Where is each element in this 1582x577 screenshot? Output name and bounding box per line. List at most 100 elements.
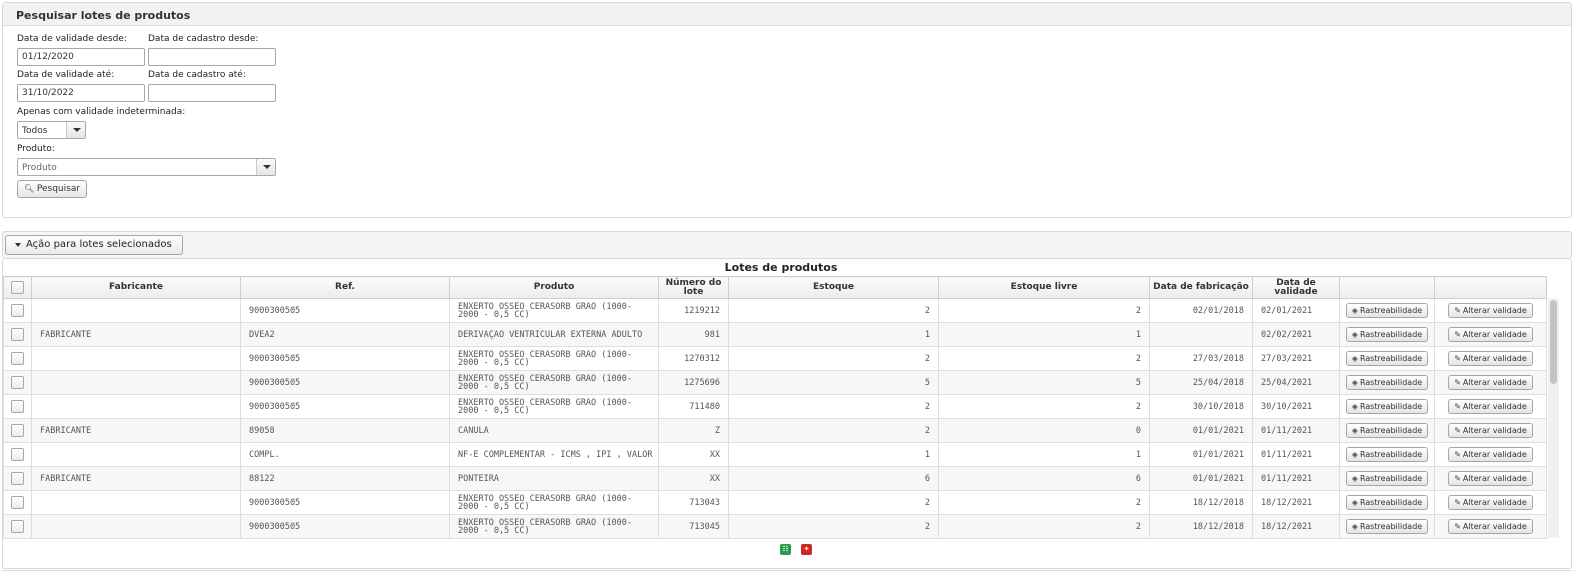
row-checkbox[interactable] xyxy=(11,448,24,461)
row-checkbox[interactable] xyxy=(11,400,24,413)
rastreabilidade-button[interactable]: ◈ Rastreabilidade xyxy=(1345,351,1429,366)
header-produto[interactable]: Produto xyxy=(449,276,659,299)
rastreabilidade-button[interactable]: ◈ Rastreabilidade xyxy=(1345,303,1429,318)
row-select-cell[interactable] xyxy=(3,346,32,371)
row-select-cell[interactable] xyxy=(3,322,32,347)
alterar-validade-button[interactable]: ✎ Alterar validade xyxy=(1448,327,1533,342)
row-checkbox[interactable] xyxy=(11,424,24,437)
cell-numero-lote: 713043 xyxy=(658,490,729,515)
tag-icon: ◈ xyxy=(1351,426,1358,435)
cell-estoque: 1 xyxy=(728,322,939,347)
table-scrollbar[interactable] xyxy=(1548,298,1559,538)
rastreabilidade-button[interactable]: ◈ Rastreabilidade xyxy=(1345,471,1429,486)
cell-fabricante xyxy=(31,490,241,515)
cell-data-validade: 01/11/2021 xyxy=(1252,442,1340,467)
alterar-validade-button[interactable]: ✎ Alterar validade xyxy=(1448,471,1533,486)
table-row[interactable]: FABRICANTE DVEA2 DERIVAÇAO VENTRICULAR EXT… xyxy=(3,322,1547,347)
rastreabilidade-button[interactable]: ◈ Rastreabilidade xyxy=(1345,495,1429,510)
rastreabilidade-button[interactable]: ◈ Rastreabilidade xyxy=(1345,447,1429,462)
row-checkbox[interactable] xyxy=(11,304,24,317)
row-select-cell[interactable] xyxy=(3,442,32,467)
table-row[interactable]: 9000300505 ENXERTO OSSEO CERASORB GRAO (1… xyxy=(3,346,1547,371)
alterar-validade-button[interactable]: ✎ Alterar validade xyxy=(1448,351,1533,366)
table-row[interactable]: 9000300505 ENXERTO OSSEO CERASORB GRAO (1… xyxy=(3,490,1547,515)
cell-fabricante: FABRICANTE xyxy=(31,322,241,347)
table-row[interactable]: 9000300505 ENXERTO OSSEO CERASORB GRAO (1… xyxy=(3,298,1547,323)
row-checkbox[interactable] xyxy=(11,328,24,341)
cell-numero-lote: 713045 xyxy=(658,514,729,539)
cadastro-ate-input[interactable] xyxy=(148,84,276,102)
rastreabilidade-button[interactable]: ◈ Rastreabilidade xyxy=(1345,327,1429,342)
cell-data-fabricacao xyxy=(1149,322,1253,347)
indeterminada-select[interactable]: Todos xyxy=(17,121,86,139)
header-estoque[interactable]: Estoque xyxy=(728,276,939,299)
header-ref[interactable]: Ref. xyxy=(240,276,450,299)
table-scrollbar-thumb[interactable] xyxy=(1550,300,1557,384)
pdf-icon[interactable]: ✦ xyxy=(801,544,812,555)
header-estoque-livre[interactable]: Estoque livre xyxy=(938,276,1150,299)
select-all-header[interactable] xyxy=(3,276,32,299)
produto-dropdown-trigger[interactable] xyxy=(256,159,275,175)
validade-desde-input[interactable]: 01/12/2020 xyxy=(17,48,145,66)
row-select-cell[interactable] xyxy=(3,394,32,419)
rastreabilidade-button[interactable]: ◈ Rastreabilidade xyxy=(1345,519,1429,534)
row-select-cell[interactable] xyxy=(3,490,32,515)
tag-icon: ◈ xyxy=(1351,306,1358,315)
produto-label: Produto: xyxy=(17,144,55,154)
alterar-validade-button[interactable]: ✎ Alterar validade xyxy=(1448,423,1533,438)
rastreabilidade-button[interactable]: ◈ Rastreabilidade xyxy=(1345,375,1429,390)
cell-rastreabilidade: ◈ Rastreabilidade xyxy=(1339,322,1435,347)
cell-data-validade: 02/02/2021 xyxy=(1252,322,1340,347)
pencil-icon: ✎ xyxy=(1454,474,1461,483)
row-select-cell[interactable] xyxy=(3,466,32,491)
rastreabilidade-button[interactable]: ◈ Rastreabilidade xyxy=(1345,423,1429,438)
alterar-validade-button[interactable]: ✎ Alterar validade xyxy=(1448,447,1533,462)
pencil-icon: ✎ xyxy=(1454,354,1461,363)
table-row[interactable]: COMPL. NF-E COMPLEMENTAR - ICMS , IPI , V… xyxy=(3,442,1547,467)
header-numero-lote[interactable]: Número do lote xyxy=(658,276,729,299)
pencil-icon: ✎ xyxy=(1454,498,1461,507)
cell-numero-lote: Z xyxy=(658,418,729,443)
triangle-down-icon xyxy=(15,243,21,247)
alterar-validade-label: Alterar validade xyxy=(1462,378,1527,387)
alterar-validade-button[interactable]: ✎ Alterar validade xyxy=(1448,495,1533,510)
table-row[interactable]: FABRICANTE 89058 CANULA Z 2 0 01/01/2021 01/11/… xyxy=(3,418,1547,443)
excel-icon[interactable]: ☷ xyxy=(780,544,791,555)
validade-ate-input[interactable]: 31/10/2022 xyxy=(17,84,145,102)
row-select-cell[interactable] xyxy=(3,418,32,443)
produto-select[interactable]: Produto xyxy=(17,158,276,176)
row-select-cell[interactable] xyxy=(3,298,32,323)
header-data-validade[interactable]: Data de validade xyxy=(1252,276,1340,299)
cell-rastreabilidade: ◈ Rastreabilidade xyxy=(1339,346,1435,371)
table-row[interactable]: 9000300505 ENXERTO OSSEO CERASORB GRAO (1… xyxy=(3,514,1547,539)
header-fabricante[interactable]: Fabricante xyxy=(31,276,241,299)
rastreabilidade-button[interactable]: ◈ Rastreabilidade xyxy=(1345,399,1429,414)
row-checkbox[interactable] xyxy=(11,376,24,389)
row-checkbox[interactable] xyxy=(11,520,24,533)
indeterminada-dropdown-trigger[interactable] xyxy=(66,122,85,138)
cell-estoque-livre: 1 xyxy=(938,442,1150,467)
row-checkbox[interactable] xyxy=(11,496,24,509)
rastreabilidade-label: Rastreabilidade xyxy=(1359,378,1423,387)
cell-data-validade: 27/03/2021 xyxy=(1252,346,1340,371)
row-select-cell[interactable] xyxy=(3,514,32,539)
table-row[interactable]: FABRICANTE 88122 PONTEIRA XX 6 6 01/01/2021 01/… xyxy=(3,466,1547,491)
cell-estoque: 2 xyxy=(728,514,939,539)
alterar-validade-button[interactable]: ✎ Alterar validade xyxy=(1448,375,1533,390)
alterar-validade-button[interactable]: ✎ Alterar validade xyxy=(1448,519,1533,534)
indeterminada-label: Apenas com validade indeterminada: xyxy=(17,107,186,117)
header-data-fabricacao[interactable]: Data de fabricação xyxy=(1149,276,1253,299)
table-row[interactable]: 9000300505 ENXERTO OSSEO CERASORB GRAO (1… xyxy=(3,370,1547,395)
alterar-validade-button[interactable]: ✎ Alterar validade xyxy=(1448,303,1533,318)
row-select-cell[interactable] xyxy=(3,370,32,395)
select-all-checkbox[interactable] xyxy=(11,281,24,294)
alterar-validade-button[interactable]: ✎ Alterar validade xyxy=(1448,399,1533,414)
cell-ref: 9000300505 xyxy=(240,346,450,371)
cadastro-desde-input[interactable] xyxy=(148,48,276,66)
cell-fabricante xyxy=(31,442,241,467)
row-checkbox[interactable] xyxy=(11,352,24,365)
row-checkbox[interactable] xyxy=(11,472,24,485)
action-selected-lots-button[interactable]: Ação para lotes selecionados xyxy=(5,235,183,255)
table-row[interactable]: 9000300505 ENXERTO OSSEO CERASORB GRAO (1… xyxy=(3,394,1547,419)
search-button[interactable]: 🔍︎ Pesquisar xyxy=(17,180,88,198)
